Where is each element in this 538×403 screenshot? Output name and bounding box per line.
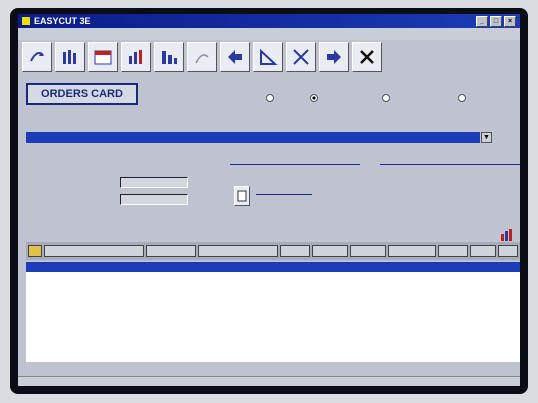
app-icon	[22, 17, 30, 25]
table-row[interactable]	[26, 328, 520, 338]
pieces-field[interactable]	[120, 177, 188, 188]
entry-col7[interactable]	[388, 245, 436, 257]
entry-col6[interactable]	[350, 245, 386, 257]
cover-divider	[256, 194, 312, 195]
cancel-button[interactable]	[352, 42, 382, 72]
back-button[interactable]	[220, 42, 250, 72]
table-row[interactable]	[26, 350, 520, 360]
order-select[interactable]: ▼	[26, 132, 492, 143]
close-window-button[interactable]: ×	[504, 16, 516, 27]
window-title: EASYCUT 3E	[34, 16, 91, 26]
table-row[interactable]	[26, 273, 520, 283]
radio-1[interactable]	[266, 94, 276, 102]
radio-2[interactable]	[310, 94, 320, 102]
table-row[interactable]	[26, 317, 520, 327]
bars-button[interactable]	[55, 42, 85, 72]
maximize-button[interactable]: □	[490, 16, 502, 27]
columns-icon	[162, 51, 177, 64]
arrow-right-icon	[327, 50, 341, 64]
entry-pieces[interactable]	[146, 245, 196, 257]
calendar-button[interactable]	[88, 42, 118, 72]
notes-button[interactable]	[234, 186, 250, 206]
table-row[interactable]	[26, 295, 520, 305]
table-row[interactable]	[26, 339, 520, 349]
entry-col10[interactable]	[498, 245, 518, 257]
app-window: EASYCUT 3E _ □ × ORDERS CARD ▼	[18, 14, 520, 386]
entry-col5[interactable]	[312, 245, 348, 257]
entry-row	[26, 242, 520, 260]
window-controls: _ □ ×	[476, 16, 516, 27]
radio-3-dot	[382, 94, 390, 102]
table-row[interactable]	[26, 306, 520, 316]
radio-2-dot	[310, 94, 318, 102]
menu-bar	[18, 28, 520, 40]
entry-col8[interactable]	[438, 245, 468, 257]
cut-button[interactable]	[286, 42, 316, 72]
scissors-icon	[293, 49, 309, 65]
forward-button[interactable]	[319, 42, 349, 72]
close-icon	[360, 50, 374, 64]
entry-col4[interactable]	[280, 245, 310, 257]
radio-1-dot	[266, 94, 274, 102]
refresh-icon	[30, 52, 44, 62]
grid-header	[26, 228, 520, 242]
entry-code[interactable]	[44, 245, 144, 257]
triangle-icon	[260, 48, 278, 65]
table-row[interactable]	[26, 262, 520, 272]
orders-table	[26, 262, 520, 362]
calendar-icon	[94, 50, 112, 65]
radio-4[interactable]	[458, 94, 468, 102]
blank-icon	[195, 54, 209, 64]
chart-button[interactable]	[121, 42, 151, 72]
entry-col9[interactable]	[470, 245, 496, 257]
title-bar: EASYCUT 3E _ □ ×	[18, 14, 520, 28]
bars-icon	[63, 50, 76, 64]
document-icon	[237, 190, 247, 202]
toolbar	[22, 42, 382, 76]
triangle-button[interactable]	[253, 42, 283, 72]
panel-divider-1	[230, 164, 360, 165]
dropdown-button[interactable]: ▼	[481, 132, 492, 143]
folder-button[interactable]	[28, 245, 42, 257]
cost-field[interactable]	[120, 194, 188, 205]
radio-4-dot	[458, 94, 466, 102]
table-row[interactable]	[26, 284, 520, 294]
columns-button[interactable]	[154, 42, 184, 72]
panel-divider-2	[380, 164, 520, 165]
blank-button[interactable]	[187, 42, 217, 72]
refresh-button[interactable]	[22, 42, 52, 72]
chart-small-icon[interactable]	[500, 228, 514, 242]
minimize-button[interactable]: _	[476, 16, 488, 27]
chart-icon	[129, 50, 142, 64]
arrow-left-icon	[228, 50, 242, 64]
entry-dim[interactable]	[198, 245, 278, 257]
page-title: ORDERS CARD	[26, 83, 138, 105]
radio-3[interactable]	[382, 94, 392, 102]
status-bar	[18, 376, 520, 386]
